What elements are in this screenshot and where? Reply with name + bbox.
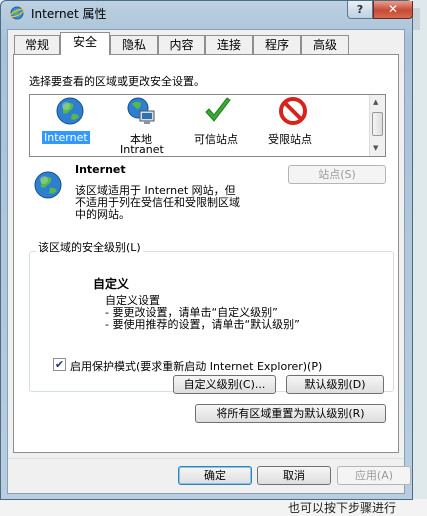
tab-connections[interactable]: 连接 xyxy=(205,35,253,54)
apply-button[interactable]: 应用(A) xyxy=(337,466,411,485)
check-icon: ✔ xyxy=(54,358,65,371)
tab-privacy[interactable]: 隐私 xyxy=(110,35,158,54)
security-level-group-label: 该区域的安全级别(L) xyxy=(36,239,143,255)
zone-label-restricted[interactable]: 受限站点 xyxy=(268,131,312,147)
zone-label-intranet[interactable]: Intranet xyxy=(120,143,164,156)
scroll-down-arrow-icon[interactable]: ▼ xyxy=(373,144,378,152)
protected-mode-checkbox[interactable]: ✔ xyxy=(53,358,66,371)
level-description-line-3: - 要使用推荐的设置，请单击“默认级别” xyxy=(105,318,300,331)
restricted-icon[interactable] xyxy=(278,96,308,126)
default-level-button[interactable]: 默认级别(D) xyxy=(286,375,384,394)
security-level-name: 自定义 xyxy=(93,277,130,291)
background-text: 也可以按下步骤进行 xyxy=(288,501,397,515)
tab-security[interactable]: 安全 xyxy=(60,32,110,55)
sites-button[interactable]: 站点(S) xyxy=(288,165,386,184)
zone-description-line-3: 中的网站。 xyxy=(75,208,130,221)
custom-level-button[interactable]: 自定义级别(C)... xyxy=(173,375,276,394)
zone-list-scrollbar[interactable]: ▲ ▼ xyxy=(369,95,385,156)
cancel-button[interactable]: 取消 xyxy=(257,466,331,485)
help-button[interactable]: ? xyxy=(347,1,373,19)
reset-all-zones-button[interactable]: 将所有区域重置为默认级别(R) xyxy=(195,404,386,423)
desktop-background xyxy=(413,0,427,516)
tab-programs[interactable]: 程序 xyxy=(253,35,301,54)
zone-label-trusted[interactable]: 可信站点 xyxy=(194,131,238,147)
zone-label-internet[interactable]: Internet xyxy=(42,131,90,144)
check-mark-icon[interactable] xyxy=(203,96,233,126)
bottom-divider xyxy=(8,458,404,459)
selected-zone-globe-icon xyxy=(34,171,62,199)
tab-general[interactable]: 常规 xyxy=(14,35,60,54)
zone-instruction: 选择要查看的区域或更改安全设置。 xyxy=(29,75,205,88)
window-controls: ? ✕ xyxy=(347,1,413,19)
local-intranet-icon[interactable] xyxy=(126,96,156,126)
selected-zone-title: Internet xyxy=(75,163,126,176)
window-title: Internet 属性 xyxy=(31,7,107,21)
protected-mode-label[interactable]: 启用保护模式(要求重新启动 Internet Explorer)(P) xyxy=(70,358,322,374)
scroll-thumb[interactable] xyxy=(372,112,383,136)
scroll-up-arrow-icon[interactable]: ▲ xyxy=(373,98,378,106)
ok-button[interactable]: 确定 xyxy=(178,466,252,485)
close-button[interactable]: ✕ xyxy=(373,1,413,19)
globe-icon[interactable] xyxy=(55,96,85,126)
tab-content[interactable]: 内容 xyxy=(158,35,205,54)
ie-globe-icon xyxy=(10,6,24,20)
tab-advanced[interactable]: 高级 xyxy=(301,35,349,54)
